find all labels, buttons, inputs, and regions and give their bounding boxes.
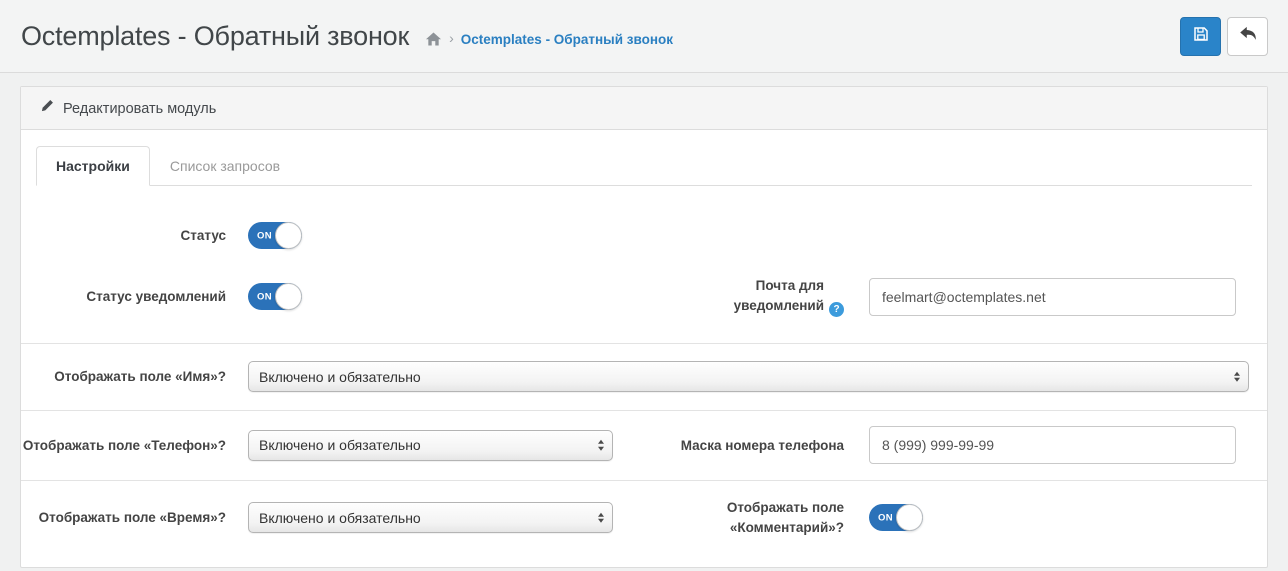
tab-bar: Настройки Список запросов	[36, 146, 1252, 186]
notify-email-label: Почта для уведомлений?	[613, 276, 844, 318]
edit-module-panel: Редактировать модуль Настройки Список за…	[20, 86, 1268, 569]
row-status: Статус ON	[21, 222, 1267, 249]
show-comment-label: Отображать поле «Комментарий»?	[726, 500, 844, 535]
show-phone-select[interactable]: Включено и обязательно	[248, 429, 613, 461]
page-header: Octemplates - Обратный звонок › Octempla…	[0, 0, 1288, 73]
pencil-icon	[40, 99, 54, 118]
tab-settings[interactable]: Настройки	[36, 146, 150, 186]
panel-body: Настройки Список запросов Статус ON Стат…	[21, 130, 1267, 567]
page-title: Octemplates - Обратный звонок	[21, 20, 410, 51]
panel-heading-title: Редактировать модуль	[63, 100, 217, 117]
select-arrows-icon	[598, 512, 604, 524]
show-time-label: Отображать поле «Время»?	[38, 510, 226, 526]
header-actions	[1180, 16, 1268, 56]
save-button[interactable]	[1180, 16, 1221, 56]
phone-mask-input[interactable]	[869, 426, 1236, 465]
notify-status-label: Статус уведомлений	[86, 288, 226, 304]
notify-email-cell	[869, 277, 1236, 316]
toggle-knob	[275, 283, 302, 311]
select-arrows-icon	[598, 440, 604, 451]
floppy-disk-icon	[1193, 26, 1209, 47]
back-button[interactable]	[1227, 16, 1268, 56]
toggle-knob	[896, 504, 923, 532]
show-time-select[interactable]: Включено и обязательно	[248, 502, 613, 534]
help-icon[interactable]: ?	[829, 302, 844, 318]
toggle-on-text: ON	[878, 512, 893, 524]
home-icon[interactable]	[425, 31, 442, 47]
show-name-select[interactable]: Включено и обязательно	[248, 361, 1249, 393]
section-show-phone: Отображать поле «Телефон»? Включено и об…	[21, 411, 1267, 482]
notify-toggle-cell: ON	[248, 283, 613, 311]
section-show-name: Отображать поле «Имя»? Включено и обязат…	[21, 344, 1267, 412]
breadcrumb-link-current[interactable]: Octemplates - Обратный звонок	[461, 32, 673, 47]
breadcrumb: › Octemplates - Обратный звонок	[425, 30, 673, 48]
show-comment-toggle[interactable]: ON	[869, 504, 923, 532]
section-show-time: Отображать поле «Время»? Включено и обяз…	[21, 481, 1267, 565]
select-arrows-icon	[1234, 371, 1240, 383]
notify-email-input[interactable]	[869, 277, 1236, 316]
show-comment-cell: ON	[869, 504, 1236, 532]
notify-status-toggle[interactable]: ON	[248, 283, 302, 311]
breadcrumb-separator: ›	[449, 30, 454, 46]
status-toggle[interactable]: ON	[248, 222, 302, 249]
toggle-on-text: ON	[257, 230, 272, 241]
tab-request-list[interactable]: Список запросов	[150, 146, 300, 186]
panel-heading: Редактировать модуль	[21, 87, 1267, 130]
show-phone-label: Отображать поле «Телефон»?	[22, 437, 226, 453]
row-notify: Статус уведомлений ON Почта для уведомле…	[21, 276, 1267, 318]
phone-mask-cell	[869, 426, 1236, 465]
show-name-label: Отображать поле «Имя»?	[54, 369, 226, 385]
toggle-on-text: ON	[257, 291, 272, 303]
back-arrow-icon	[1239, 26, 1257, 46]
status-label: Статус	[180, 227, 227, 243]
phone-mask-label: Маска номера телефона	[680, 437, 844, 453]
toggle-knob	[275, 222, 302, 249]
section-status: Статус ON Статус уведомлений ON Почта дл…	[21, 186, 1267, 345]
